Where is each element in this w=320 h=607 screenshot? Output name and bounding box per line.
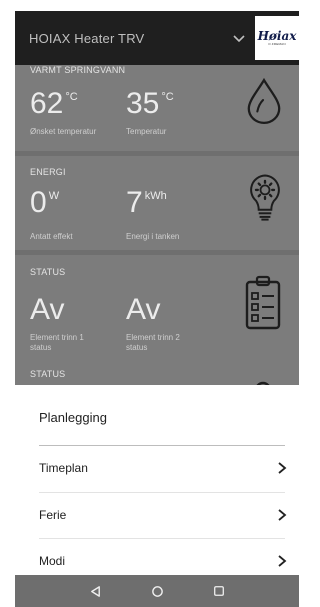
element-stage-1-label: Element trinn 1 status [30,333,84,352]
menu-item-modi[interactable]: Modi [39,546,289,576]
back-icon [90,585,100,597]
temperature-label: Temperatur [126,127,167,136]
water-drop-icon [247,77,281,124]
chevron-right-icon [278,555,287,567]
tank-energy-label: Energi i tanken [126,232,180,241]
estimated-power-value: 0W [30,186,60,219]
menu-item-modi-label: Modi [39,554,66,568]
status-card: STATUS Av Element trinn 1 status Av Eleme… [15,255,299,365]
home-icon [151,585,163,597]
chevron-down-icon[interactable] [231,30,247,46]
menu-item-ferie[interactable]: Ferie [39,500,289,530]
water-card-caption: VARMT SPRINGVANN [30,65,126,75]
tank-energy-value: 7 kWh [126,186,167,219]
app-header: HOIAX Heater TRV Høiax O.FREMAN [15,11,299,65]
energy-card: ENERGI 0W Antatt effekt 7 kWh Energi i ta… [15,156,299,250]
chevron-right-icon [278,509,287,521]
desired-temperature-label: Ønsket temperatur [30,127,97,136]
estimated-power-label: Antatt effekt [30,232,73,241]
brand-logo-text: Høiax [257,29,297,43]
menu-item-timeplan[interactable]: Timeplan [39,453,289,483]
chevron-right-icon [278,462,287,474]
sheet-title: Planlegging [39,410,107,425]
brand-logo: Høiax O.FREMAN [255,16,299,60]
menu-item-ferie-label: Ferie [39,508,67,522]
status-card-caption: STATUS [30,267,66,277]
device-title[interactable]: HOIAX Heater TRV [29,31,231,46]
recents-button[interactable] [188,575,250,607]
element-stage-2-label: Element trinn 2 status [126,333,180,352]
temperature-value: 35 °C [126,87,174,120]
lightbulb-gear-icon [250,174,280,221]
status-card-2-caption: STATUS [30,369,66,379]
element-stage-1-value: Av [30,293,65,326]
menu-divider [39,492,285,493]
desired-temperature-value: 62 °C [30,87,78,120]
menu-item-timeplan-label: Timeplan [39,461,88,475]
dashboard-cards: VARMT SPRINGVANN 62 °C Ønsket temperatur … [15,65,299,385]
recents-icon [214,586,224,596]
system-navigation-bar [15,575,299,607]
status-card-2: STATUS [15,362,299,385]
back-button[interactable] [64,575,126,607]
home-button[interactable] [126,575,188,607]
water-card: VARMT SPRINGVANN 62 °C Ønsket temperatur … [15,65,299,151]
brand-logo-sub: O.FREMAN [268,42,286,46]
planning-bottom-sheet: Planlegging Timeplan Ferie Modi [15,385,299,575]
clipboard-checklist-icon [245,275,281,330]
partial-icon [256,381,270,385]
energy-card-caption: ENERGI [30,167,66,177]
element-stage-2-value: Av [126,293,161,326]
sheet-title-divider [39,445,285,446]
menu-divider [39,538,285,539]
